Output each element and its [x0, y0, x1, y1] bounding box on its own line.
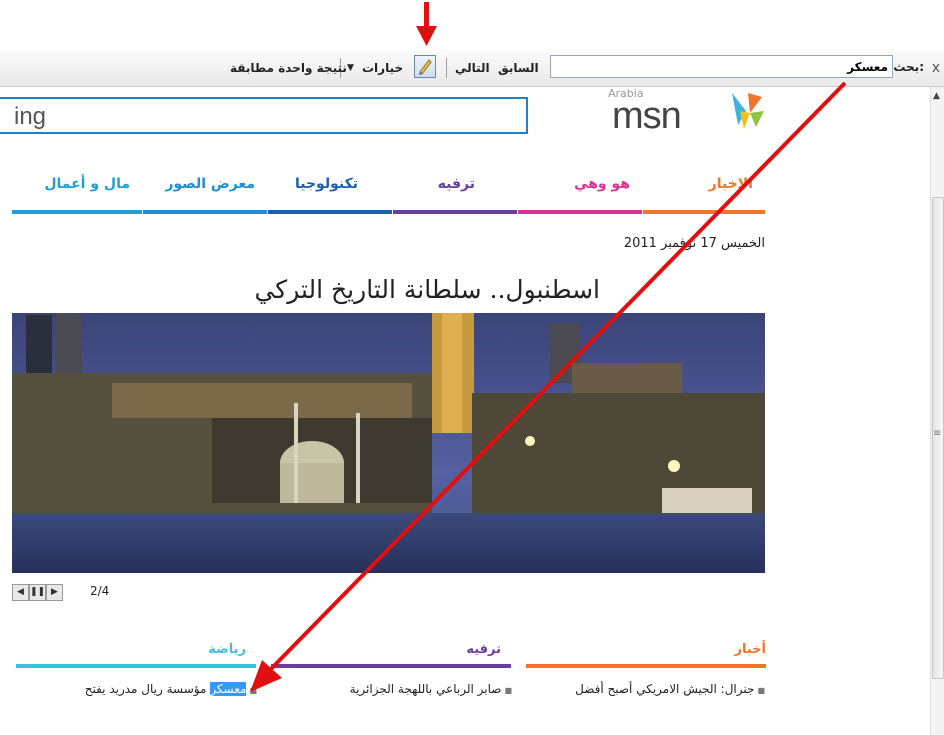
bullet-icon: ■ [249, 686, 257, 695]
story-text: جنرال: الجيش الامريكي أصبح أفضل [575, 682, 755, 696]
bullet-icon: ■ [757, 686, 765, 695]
nav-entertainment[interactable]: ترفيه [393, 172, 517, 214]
bing-search-box[interactable]: ing [0, 97, 528, 134]
nav-underline [393, 210, 517, 214]
divider [446, 58, 447, 78]
scroll-thumb[interactable]: ≡ [932, 197, 944, 679]
nav-photo-gallery[interactable]: معرض الصور [143, 172, 267, 214]
msn-logo[interactable]: msn [612, 95, 682, 138]
previous-button[interactable]: السابق [498, 61, 539, 75]
story-link[interactable]: ■جنرال: الجيش الامريكي أصبح أفضل [575, 682, 765, 696]
section-underline [16, 664, 256, 668]
nav-label: الاخبار [708, 176, 753, 192]
story-link[interactable]: ■معسكر مؤسسة ريال مدريد يفتح [85, 682, 257, 696]
next-button[interactable]: التالي [455, 61, 490, 75]
nav-label: معرض الصور [165, 176, 255, 192]
nav-underline [12, 210, 142, 214]
nav-label: مال و أعمال [44, 176, 130, 192]
find-input[interactable] [550, 55, 893, 78]
highlighter-icon [419, 59, 432, 75]
nav-underline [143, 210, 267, 214]
headline[interactable]: اسطنبول.. سلطانة التاريخ التركي [140, 275, 600, 304]
match-status: نتيجة واحدة مطابقة [230, 61, 347, 75]
section-label: رياضة [208, 642, 246, 657]
section-label: أخبار [734, 642, 767, 657]
previous-slide-button[interactable]: ◀ [12, 584, 29, 601]
nav-label: تكنولوجيا [295, 176, 358, 192]
nav-label: ترفيه [437, 176, 475, 192]
section-news[interactable]: أخبار [526, 642, 766, 668]
hero-image[interactable] [12, 313, 765, 573]
chevron-down-icon[interactable]: ▼ [347, 63, 354, 73]
istanbul-skyline-image [12, 313, 765, 573]
pause-button[interactable]: ❚❚ [29, 584, 46, 601]
story-text: صابر الرباعي باللهجة الجزائرية [349, 682, 502, 696]
nav-technology[interactable]: تكنولوجيا [268, 172, 392, 214]
story-link[interactable]: ■صابر الرباعي باللهجة الجزائرية [350, 682, 512, 696]
slider-controls: ◀ ❚❚ ▶ [12, 584, 63, 603]
nav-underline [268, 210, 392, 214]
section-sports[interactable]: رياضة [16, 642, 256, 668]
nav-news[interactable]: الاخبار [643, 172, 765, 214]
section-label: ترفيه [466, 642, 501, 657]
close-icon[interactable]: x [932, 60, 940, 76]
highlight-matches-button[interactable] [414, 55, 436, 78]
find-label: بحث: [893, 60, 924, 74]
story-text: مؤسسة ريال مدريد يفتح [84, 682, 211, 696]
bullet-icon: ■ [504, 686, 512, 695]
slide-counter: 2/4 [90, 584, 110, 598]
nav-he-she[interactable]: هو وهي [518, 172, 642, 214]
section-underline [526, 664, 766, 668]
annotation-arrow-down [416, 2, 437, 46]
scroll-up-icon[interactable]: ▲ [933, 91, 940, 101]
grip-icon: ≡ [933, 428, 942, 439]
options-button[interactable]: خيارات [362, 61, 403, 75]
vertical-scrollbar[interactable]: ▲ ≡ [930, 87, 944, 735]
find-bar: x بحث: السابق التالي خيارات ▼ نتيجة واحد… [0, 50, 944, 87]
web-page: ing Arabia msn الاخبار هو وهي ترفيه تكنو… [0, 87, 930, 735]
msn-butterfly-icon [732, 93, 764, 129]
search-match-highlight: معسكر [210, 682, 247, 696]
next-slide-button[interactable]: ▶ [46, 584, 63, 601]
nav-underline [643, 210, 765, 214]
date-text: الخميس 17 نوفمبر 2011 [623, 236, 765, 251]
nav-label: هو وهي [574, 176, 630, 192]
bing-logo: ing [14, 103, 47, 130]
nav-underline [518, 210, 642, 214]
nav-business[interactable]: مال و أعمال [12, 172, 142, 214]
section-entertainment[interactable]: ترفيه [271, 642, 511, 668]
section-underline [271, 664, 511, 668]
